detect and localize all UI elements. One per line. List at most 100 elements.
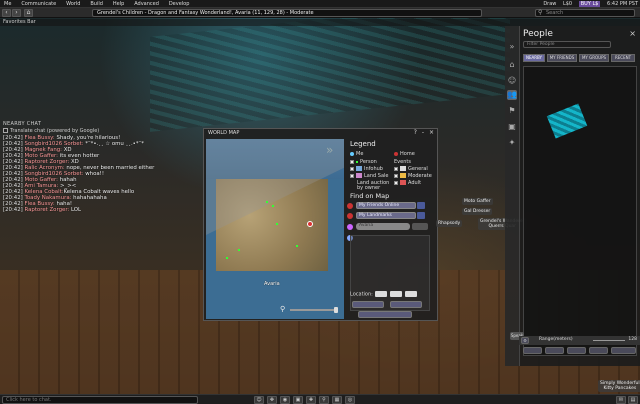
search-input[interactable]: ⚲ Search (535, 9, 635, 17)
translate-checkbox[interactable] (3, 128, 8, 133)
legend-moderate[interactable]: Moderate (394, 173, 432, 179)
close-button[interactable]: × (429, 129, 434, 136)
tab-recent[interactable]: RECENT (611, 54, 635, 62)
call-button[interactable] (567, 347, 586, 354)
minimap-icon[interactable]: ◎ (345, 396, 355, 404)
favorites-bar[interactable]: Favorites Bar (0, 19, 640, 26)
show-destination-button[interactable] (390, 301, 422, 308)
inventory-tab-icon[interactable]: ▣ (507, 122, 517, 132)
forward-button[interactable]: › (12, 9, 21, 17)
snapshot-icon[interactable]: ▣ (293, 396, 303, 404)
location-x-input[interactable] (375, 291, 388, 297)
nametag[interactable]: Simply Wonderful Kitty Pancakes (598, 380, 640, 392)
expand-panel-icon[interactable]: » (326, 143, 333, 157)
menu-help[interactable]: Help (109, 0, 128, 8)
gestures-icon[interactable]: ☺ (254, 396, 264, 404)
legend-infohub[interactable]: Infohub (350, 166, 383, 172)
collapse-sidebar-icon[interactable]: » (507, 42, 517, 52)
nametag[interactable]: Rhapsody (436, 220, 463, 227)
tab-my-friends[interactable]: MY FRIENDS (547, 54, 577, 62)
clock-label: 6:42 PM PST (607, 1, 638, 7)
profile-button[interactable] (523, 347, 542, 354)
people-tab-icon[interactable]: 👥 (507, 90, 517, 100)
menu-communicate[interactable]: Communicate (17, 0, 60, 8)
gear-icon[interactable]: ⚙ (521, 337, 529, 344)
im-button[interactable] (545, 347, 564, 354)
help-button[interactable]: ? (414, 129, 417, 136)
tab-nearby[interactable]: NEARBY (523, 54, 545, 62)
nametag[interactable]: Gal Dresser (462, 208, 493, 215)
people-action-buttons (519, 346, 640, 356)
copy-slurl-button[interactable] (358, 311, 412, 318)
legend-land-sale[interactable]: Land Sale (350, 173, 389, 179)
general-checkbox[interactable] (394, 166, 398, 171)
menu-advanced[interactable]: Advanced (130, 0, 163, 8)
legend-general[interactable]: General (394, 166, 428, 172)
general-icon (400, 166, 406, 171)
map-icon[interactable]: ▦ (332, 396, 342, 404)
land-sale-checkbox[interactable] (350, 173, 354, 178)
zoom-slider[interactable] (290, 307, 338, 313)
places-tab-icon[interactable]: ⚑ (507, 106, 517, 116)
chat-title: NEARBY CHAT (3, 121, 42, 127)
legend-title: Legend (350, 140, 376, 148)
notifications-icon[interactable]: ✉ (616, 396, 626, 404)
buy-currency-button[interactable]: BUY L$ (578, 1, 601, 7)
appearance-tab-icon[interactable]: ✦ (507, 138, 517, 148)
adult-checkbox[interactable] (394, 180, 398, 185)
build-icon[interactable]: ✚ (306, 396, 316, 404)
arrow-left-icon: ‹ (5, 9, 8, 16)
search-icon: ⚲ (538, 9, 543, 16)
region-search-input[interactable]: Avaria (356, 223, 410, 230)
person-checkbox[interactable] (350, 159, 354, 164)
filter-people-input[interactable]: Filter People (523, 41, 611, 48)
tab-my-groups[interactable]: MY GROUPS (579, 54, 609, 62)
menu-me[interactable]: Me (0, 0, 15, 8)
people-title: People (523, 29, 553, 39)
home-button[interactable]: ⌂ (24, 9, 33, 17)
back-button[interactable]: ‹ (2, 9, 11, 17)
search-tray-icon[interactable]: ⚲ (319, 396, 329, 404)
conversations-icon[interactable]: ▤ (628, 396, 638, 404)
menu-build[interactable]: Build (86, 0, 107, 8)
friends-online-dropdown[interactable]: My Friends Online (356, 202, 425, 209)
location-bar[interactable]: Grendel's Children - Dragon and Fantasy … (92, 9, 482, 17)
minimize-button[interactable]: - (422, 129, 424, 136)
search-results-list[interactable] (350, 235, 430, 311)
location-marker[interactable] (307, 221, 313, 227)
location-z-input[interactable] (404, 291, 417, 297)
close-icon[interactable]: × (629, 29, 636, 38)
region-search-button[interactable] (412, 223, 428, 230)
translate-chat-option[interactable]: Translate chat (powered by Google) (3, 128, 213, 134)
location-y-input[interactable] (390, 291, 403, 297)
share-button[interactable] (611, 347, 636, 354)
landmarks-dropdown[interactable]: My Landmarks (356, 212, 425, 219)
range-slider[interactable] (593, 340, 625, 341)
moderate-checkbox[interactable] (394, 173, 398, 178)
map-canvas[interactable]: » Avaria ⚲ (206, 139, 344, 319)
nametag[interactable]: Moto Gaffer (462, 198, 493, 205)
view-icon[interactable]: ◉ (280, 396, 290, 404)
infohub-checkbox[interactable] (350, 166, 354, 171)
person-icon (356, 160, 358, 163)
friends-icon (347, 203, 353, 209)
chat-user[interactable]: Raptoret Zorger: (24, 207, 69, 213)
person-dot (272, 205, 274, 207)
menu-develop[interactable]: Develop (165, 0, 194, 8)
legend-adult[interactable]: Adult (394, 180, 421, 186)
home-tab-icon[interactable]: ⌂ (507, 60, 517, 70)
menu-world[interactable]: World (62, 0, 84, 8)
profile-tab-icon[interactable]: ☺ (507, 76, 517, 86)
draw-distance-label[interactable]: Draw (543, 1, 556, 7)
nearby-radar-map[interactable] (523, 66, 637, 356)
teleport-friend-button[interactable] (589, 347, 608, 354)
chat-input[interactable]: Click here to chat. (2, 396, 198, 404)
radar-range-row: ⚙ Range(meters) 128 (519, 336, 640, 345)
legend-by-owner: by owner (357, 185, 381, 191)
move-icon[interactable]: ✥ (267, 396, 277, 404)
moderate-icon (400, 173, 406, 178)
region-label: Avaria (264, 281, 280, 287)
sidebar-tab-strip: » ⌂ ☺ 👥 ⚑ ▣ ✦ (505, 26, 519, 366)
teleport-button[interactable] (352, 301, 384, 308)
legend-person[interactable]: Person (350, 159, 377, 165)
